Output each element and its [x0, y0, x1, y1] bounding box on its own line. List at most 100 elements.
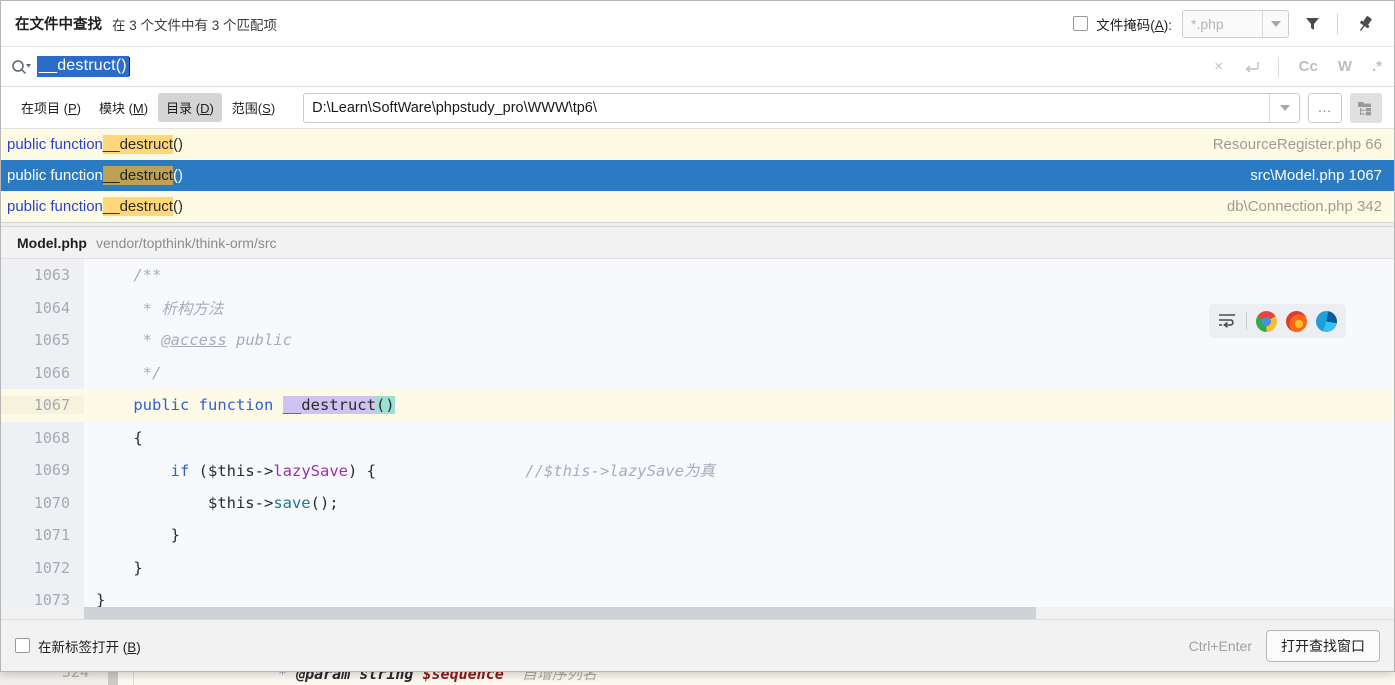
scope-bar: 在项目 (P) 模块 (M) 目录 (D) 范围(S) D:\Learn\Sof…	[1, 87, 1394, 129]
line-number: 1066	[1, 364, 84, 382]
code-line: 1072 }	[1, 552, 1394, 585]
browse-directory-button[interactable]: ...	[1308, 93, 1342, 123]
scope-tab-scope-post: )	[271, 101, 275, 116]
file-mask-value: *.php	[1183, 11, 1262, 37]
code-lines: 1063 /** 1064 * 析构方法 1065 * @access publ…	[1, 259, 1394, 617]
search-icon	[11, 58, 31, 76]
directory-path-combo[interactable]: D:\Learn\SoftWare\phpstudy_pro\WWW\tp6\	[303, 93, 1300, 123]
scope-tab-module-pre: 模块 (	[99, 101, 133, 116]
line-number: 1068	[1, 429, 84, 447]
code-line-text: }	[84, 559, 1394, 577]
preview-header: Model.php vendor/topthink/think-orm/src	[1, 227, 1394, 259]
pin-button[interactable]	[1350, 9, 1380, 39]
line-number: 1063	[1, 266, 84, 284]
file-mask-combo[interactable]: *.php	[1182, 10, 1289, 38]
line-number: 1067	[1, 396, 84, 414]
scope-tab-directory-post: )	[209, 101, 213, 116]
scope-tab-project[interactable]: 在项目 (P)	[13, 93, 89, 122]
toolbar-divider	[1337, 13, 1338, 35]
code-line: 1065 * @access public	[1, 324, 1394, 357]
soft-wrap-icon	[1218, 312, 1237, 328]
file-mask-label-post: ):	[1164, 18, 1172, 33]
open-in-new-tab-mnemonic: B	[127, 640, 136, 655]
result-prefix: public function	[7, 167, 103, 184]
multiline-icon	[1244, 60, 1260, 74]
multiline-toggle-button[interactable]	[1244, 60, 1260, 74]
scope-tab-directory-pre: 目录 (	[166, 101, 200, 116]
open-in-new-tab-checkbox[interactable]	[15, 638, 30, 653]
chevron-down-icon	[1280, 105, 1290, 111]
result-match: __destruct	[103, 166, 173, 185]
open-in-new-tab-label: 在新标签打开 (B)	[38, 636, 141, 656]
search-history-button[interactable]	[11, 58, 37, 76]
result-file-location: ResourceRegister.php 66	[1213, 136, 1382, 153]
code-line-match: 1067 public function __destruct()	[1, 389, 1394, 422]
preview-floating-toolbar[interactable]	[1209, 304, 1346, 338]
file-mask-dropdown-arrow[interactable]	[1262, 11, 1288, 37]
code-line: 1064 * 析构方法	[1, 292, 1394, 325]
search-input[interactable]: __destruct()	[37, 56, 1194, 77]
edge-icon[interactable]	[1316, 311, 1337, 332]
search-input-value: __destruct()	[37, 56, 129, 77]
regex-toggle[interactable]: .*	[1372, 58, 1382, 75]
code-line: 1070 $this->save();	[1, 487, 1394, 520]
code-line-text: * 析构方法	[84, 297, 1394, 319]
line-number: 1065	[1, 331, 84, 349]
code-line: 1063 /**	[1, 259, 1394, 292]
result-prefix: public function	[7, 198, 103, 215]
open-in-new-tab-pre: 在新标签打开 (	[38, 640, 127, 655]
dialog-footer: 在新标签打开 (B) Ctrl+Enter 打开查找窗口	[1, 619, 1394, 671]
code-line-text: /**	[84, 266, 1394, 284]
scope-tab-project-pre: 在项目 (	[21, 101, 68, 116]
open-find-window-button[interactable]: 打开查找窗口	[1266, 630, 1380, 662]
scope-tab-scope-mnemonic: S	[262, 101, 271, 116]
line-number: 1070	[1, 494, 84, 512]
result-suffix: ()	[173, 136, 183, 153]
result-match: __destruct	[103, 135, 173, 154]
result-file-location: src\Model.php 1067	[1250, 167, 1382, 184]
results-list[interactable]: public function __destruct() ResourceReg…	[1, 129, 1394, 222]
search-options-divider	[1278, 57, 1279, 77]
preview-file-name: Model.php	[17, 235, 87, 251]
file-mask-checkbox[interactable]	[1073, 16, 1088, 31]
horizontal-scrollbar-thumb[interactable]	[84, 607, 1036, 619]
table-row[interactable]: public function __destruct() ResourceReg…	[1, 129, 1394, 160]
code-line-text: public function __destruct()	[84, 396, 1394, 414]
scope-tab-scope[interactable]: 范围(S)	[224, 93, 283, 122]
table-row[interactable]: public function __destruct() db\Connecti…	[1, 191, 1394, 222]
text-caret	[129, 57, 130, 76]
search-bar: __destruct() × Cc W .*	[1, 47, 1394, 87]
toolbar-divider	[1246, 312, 1247, 330]
pin-icon	[1356, 15, 1374, 33]
line-number: 1072	[1, 559, 84, 577]
module-scope-button[interactable]	[1350, 93, 1382, 123]
scope-tab-module-post: )	[144, 101, 148, 116]
file-mask-mnemonic: A	[1155, 18, 1164, 33]
match-case-toggle[interactable]: Cc	[1299, 58, 1318, 75]
table-row[interactable]: public function __destruct() src\Model.p…	[1, 160, 1394, 191]
clear-search-button[interactable]: ×	[1212, 58, 1226, 75]
result-suffix: ()	[173, 198, 183, 215]
result-match: __destruct	[103, 197, 173, 216]
dialog-title-bar: 在文件中查找 在 3 个文件中有 3 个匹配项 文件掩码(A): *.php	[1, 1, 1394, 47]
shortcut-hint: Ctrl+Enter	[1189, 638, 1252, 654]
code-preview[interactable]: 1063 /** 1064 * 析构方法 1065 * @access publ…	[1, 259, 1394, 619]
filter-button[interactable]	[1297, 9, 1327, 39]
scope-tab-module[interactable]: 模块 (M)	[91, 93, 156, 122]
code-line-text: */	[84, 364, 1394, 382]
soft-wrap-button[interactable]	[1218, 312, 1237, 331]
scope-tab-directory[interactable]: 目录 (D)	[158, 93, 222, 122]
whole-words-toggle[interactable]: W	[1338, 58, 1352, 75]
code-line: 1066 */	[1, 357, 1394, 390]
directory-path-dropdown-arrow[interactable]	[1269, 94, 1299, 122]
scope-tab-project-post: )	[77, 101, 81, 116]
line-number: 1069	[1, 461, 84, 479]
code-line: 1068 {	[1, 422, 1394, 455]
scope-tab-module-mnemonic: M	[133, 101, 144, 116]
page-title: 在文件中查找	[15, 13, 102, 34]
match-count-summary: 在 3 个文件中有 3 个匹配项	[112, 14, 277, 34]
file-mask-label-pre: 文件掩码(	[1096, 18, 1155, 33]
preview-file-path: vendor/topthink/think-orm/src	[96, 235, 277, 251]
chrome-icon[interactable]	[1256, 311, 1277, 332]
firefox-icon[interactable]	[1286, 311, 1307, 332]
